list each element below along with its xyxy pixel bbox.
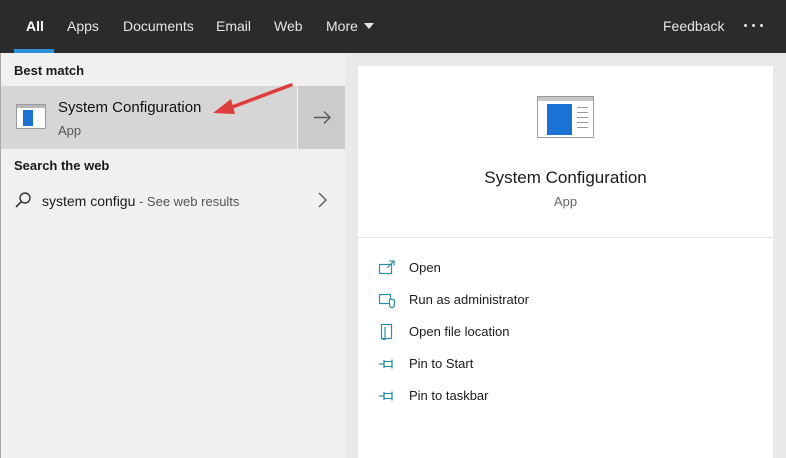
- action-pin-to-start[interactable]: Pin to Start: [378, 352, 758, 376]
- system-configuration-app-icon: [16, 104, 46, 129]
- arrow-right-icon: [314, 111, 331, 124]
- web-result-text: system configu - See web results: [42, 193, 239, 209]
- pin-icon: [379, 391, 393, 401]
- best-match-subtitle: App: [58, 123, 82, 138]
- tab-apps[interactable]: Apps: [67, 0, 99, 53]
- action-open-file-location[interactable]: Open file location: [378, 320, 758, 344]
- results-panel: Best match System Configuration App Sear…: [0, 53, 346, 458]
- annotation-arrow-icon: [213, 83, 293, 114]
- action-open[interactable]: Open: [378, 256, 758, 280]
- web-results-hint: - See web results: [135, 194, 240, 209]
- tab-more-label: More: [326, 18, 358, 34]
- file-location-icon: [380, 323, 393, 341]
- action-pin-to-taskbar-label: Pin to taskbar: [409, 388, 489, 403]
- divider: [358, 237, 773, 238]
- tab-email[interactable]: Email: [216, 0, 251, 53]
- detail-subtitle: App: [553, 194, 578, 209]
- web-query: system configu: [42, 193, 136, 209]
- open-icon: [378, 260, 395, 275]
- search-icon: [15, 192, 31, 208]
- web-search-result[interactable]: system configu - See web results: [1, 183, 346, 217]
- tab-documents[interactable]: Documents: [123, 0, 194, 53]
- search-filter-bar: All Apps Documents Email Web More Feedba…: [0, 0, 786, 53]
- chevron-right-icon: [318, 192, 327, 208]
- expand-details-button[interactable]: [298, 86, 346, 149]
- app-detail-card: System Configuration App Open Run as adm…: [358, 66, 773, 458]
- detail-title: System Configuration: [484, 168, 647, 187]
- best-match-header: Best match: [14, 63, 85, 78]
- shield-icon: [378, 293, 396, 309]
- search-web-header: Search the web: [14, 158, 110, 173]
- action-pin-to-start-label: Pin to Start: [409, 356, 474, 371]
- tab-web[interactable]: Web: [274, 0, 303, 53]
- action-open-label: Open: [409, 260, 441, 275]
- feedback-button[interactable]: Feedback: [663, 0, 724, 53]
- action-pin-to-taskbar[interactable]: Pin to taskbar: [378, 384, 758, 408]
- more-options-icon[interactable]: [744, 24, 764, 30]
- action-run-as-administrator-label: Run as administrator: [409, 292, 529, 307]
- chevron-down-icon: [363, 23, 374, 30]
- system-configuration-large-icon: [537, 96, 594, 138]
- tab-more[interactable]: More: [326, 0, 374, 53]
- action-run-as-administrator[interactable]: Run as administrator: [378, 288, 758, 312]
- pin-icon: [379, 359, 393, 369]
- best-match-title: System Configuration: [58, 99, 202, 116]
- action-open-file-location-label: Open file location: [409, 324, 510, 339]
- tab-all[interactable]: All: [26, 0, 44, 53]
